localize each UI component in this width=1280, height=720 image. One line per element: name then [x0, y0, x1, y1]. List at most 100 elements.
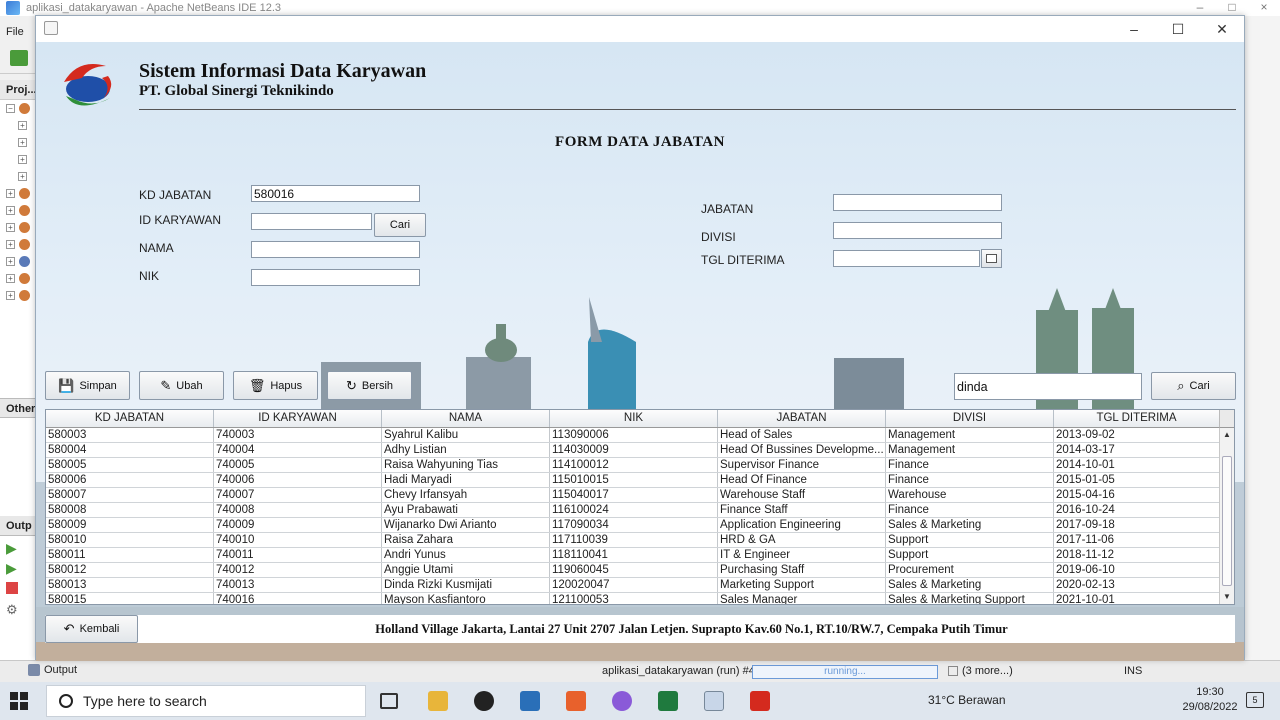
xampp-icon[interactable] — [566, 691, 586, 711]
project-node[interactable]: + — [0, 185, 39, 202]
table-cell[interactable]: Supervisor Finance — [718, 458, 886, 472]
table-cell[interactable]: Wijanarko Dwi Arianto — [382, 518, 550, 532]
file-explorer-icon[interactable] — [428, 691, 448, 711]
table-cell[interactable]: 115010015 — [550, 473, 718, 487]
table-row[interactable]: 580008 740008 Ayu Prabawati 116100024 Financ… — [46, 503, 1220, 518]
search-field[interactable] — [954, 373, 1142, 400]
table-cell[interactable]: 2013-09-02 — [1054, 428, 1220, 442]
table-row[interactable]: 580004 740004 Adhy Listian 114030009 Head Of… — [46, 443, 1220, 458]
table-cell[interactable]: 121100053 — [550, 593, 718, 604]
project-node[interactable]: + — [0, 270, 39, 287]
bersih-button[interactable]: ↻ Bersih — [327, 371, 412, 400]
table-cell[interactable]: 580012 — [46, 563, 214, 577]
table-cell[interactable]: 2018-11-12 — [1054, 548, 1220, 562]
scroll-thumb[interactable] — [1222, 456, 1232, 586]
stop-icon[interactable] — [6, 582, 18, 594]
table-cell[interactable]: Sales & Marketing — [886, 518, 1054, 532]
project-node[interactable]: + — [0, 253, 39, 270]
hapus-button[interactable]: 🗑 Hapus — [233, 371, 318, 400]
table-cell[interactable]: IT & Engineer — [718, 548, 886, 562]
table-cell[interactable]: Management — [886, 428, 1054, 442]
tab-projects[interactable]: Proj... — [0, 80, 39, 100]
simpan-button[interactable]: 💾 Simpan — [45, 371, 130, 400]
new-project-icon[interactable] — [10, 50, 28, 66]
table-cell[interactable]: Finance — [886, 473, 1054, 487]
project-node[interactable]: + — [0, 168, 39, 185]
table-cell[interactable]: 580005 — [46, 458, 214, 472]
table-scrollbar[interactable]: ▲ ▼ — [1219, 428, 1234, 604]
table-cell[interactable]: Anggie Utami — [382, 563, 550, 577]
table-cell[interactable]: 580013 — [46, 578, 214, 592]
table-cell[interactable]: Head of Sales — [718, 428, 886, 442]
expand-icon[interactable]: + — [6, 240, 15, 249]
table-cell[interactable]: 580003 — [46, 428, 214, 442]
expand-icon[interactable]: + — [6, 223, 15, 232]
table-cell[interactable]: Application Engineering — [718, 518, 886, 532]
settings-icon[interactable]: ⚙ — [6, 602, 20, 617]
rerun-icon[interactable]: ▶ — [6, 540, 20, 556]
table-row[interactable]: 580007 740007 Chevy Irfansyah 115040017 Ware… — [46, 488, 1220, 503]
table-cell[interactable]: Ayu Prabawati — [382, 503, 550, 517]
table-cell[interactable]: 580010 — [46, 533, 214, 547]
table-cell[interactable]: Support — [886, 548, 1054, 562]
table-cell[interactable]: 2017-11-06 — [1054, 533, 1220, 547]
table-cell[interactable]: 580009 — [46, 518, 214, 532]
table-cell[interactable]: Head Of Finance — [718, 473, 886, 487]
table-row[interactable]: 580006 740006 Hadi Maryadi 115010015 Head Of… — [46, 473, 1220, 488]
table-cell[interactable]: Sales Manager — [718, 593, 886, 604]
table-cell[interactable]: Warehouse Staff — [718, 488, 886, 502]
table-cell[interactable]: 580015 — [46, 593, 214, 604]
table-cell[interactable]: Finance — [886, 503, 1054, 517]
column-header[interactable]: DIVISI — [886, 410, 1054, 427]
table-cell[interactable]: Mayson Kasfiantoro — [382, 593, 550, 604]
project-node[interactable]: + — [0, 202, 39, 219]
column-header[interactable]: NIK — [550, 410, 718, 427]
clock[interactable]: 19:30 29/08/2022 — [1180, 685, 1240, 715]
table-row[interactable]: 580013 740013 Dinda Rizki Kusmijati 1200200… — [46, 578, 1220, 593]
table-cell[interactable]: 2020-02-13 — [1054, 578, 1220, 592]
photos-icon[interactable] — [520, 691, 540, 711]
divisi-field[interactable] — [833, 222, 1002, 239]
table-cell[interactable]: Chevy Irfansyah — [382, 488, 550, 502]
table-cell[interactable]: 580004 — [46, 443, 214, 457]
table-cell[interactable]: Marketing Support — [718, 578, 886, 592]
table-cell[interactable]: 114030009 — [550, 443, 718, 457]
column-header[interactable]: ID KARYAWAN — [214, 410, 382, 427]
table-cell[interactable]: 740006 — [214, 473, 382, 487]
column-header[interactable]: TGL DITERIMA — [1054, 410, 1220, 427]
netbeans-taskbar-icon[interactable] — [612, 691, 632, 711]
expand-icon[interactable]: + — [6, 274, 15, 283]
id-karyawan-field[interactable] — [251, 213, 372, 230]
obs-icon[interactable] — [474, 691, 494, 711]
table-cell[interactable]: 740012 — [214, 563, 382, 577]
tab-other[interactable]: Other — [0, 398, 40, 418]
acrobat-icon[interactable] — [750, 691, 770, 711]
table-cell[interactable]: 740013 — [214, 578, 382, 592]
nama-field[interactable] — [251, 241, 420, 258]
table-cell[interactable]: 740010 — [214, 533, 382, 547]
table-cell[interactable]: 2015-04-16 — [1054, 488, 1220, 502]
table-row[interactable]: 580011 740011 Andri Yunus 118110041 IT & Eng… — [46, 548, 1220, 563]
table-row[interactable]: 580010 740010 Raisa Zahara 117110039 HRD & G… — [46, 533, 1220, 548]
tab-output[interactable]: Outp — [0, 516, 40, 536]
project-node[interactable]: + — [0, 287, 39, 304]
table-cell[interactable]: 114100012 — [550, 458, 718, 472]
expand-icon[interactable]: + — [18, 172, 27, 181]
task-view-icon[interactable] — [380, 693, 398, 709]
ide-close-icon[interactable]: × — [1248, 0, 1280, 16]
close-icon[interactable]: ✕ — [1200, 16, 1244, 42]
table-cell[interactable]: Sales & Marketing Support — [886, 593, 1054, 604]
expand-icon[interactable]: + — [6, 206, 15, 215]
table-cell[interactable]: Dinda Rizki Kusmijati — [382, 578, 550, 592]
column-header[interactable]: KD JABATAN — [46, 410, 214, 427]
column-header[interactable]: JABATAN — [718, 410, 886, 427]
table-cell[interactable]: 740009 — [214, 518, 382, 532]
table-cell[interactable]: 2014-10-01 — [1054, 458, 1220, 472]
table-cell[interactable]: 580011 — [46, 548, 214, 562]
weather-widget[interactable]: 31°C Berawan — [928, 693, 1006, 707]
table-cell[interactable]: Management — [886, 443, 1054, 457]
table-cell[interactable]: Raisa Wahyuning Tias — [382, 458, 550, 472]
project-node[interactable]: + — [0, 117, 39, 134]
project-node[interactable]: − — [0, 100, 39, 117]
table-cell[interactable]: 2021-10-01 — [1054, 593, 1220, 604]
